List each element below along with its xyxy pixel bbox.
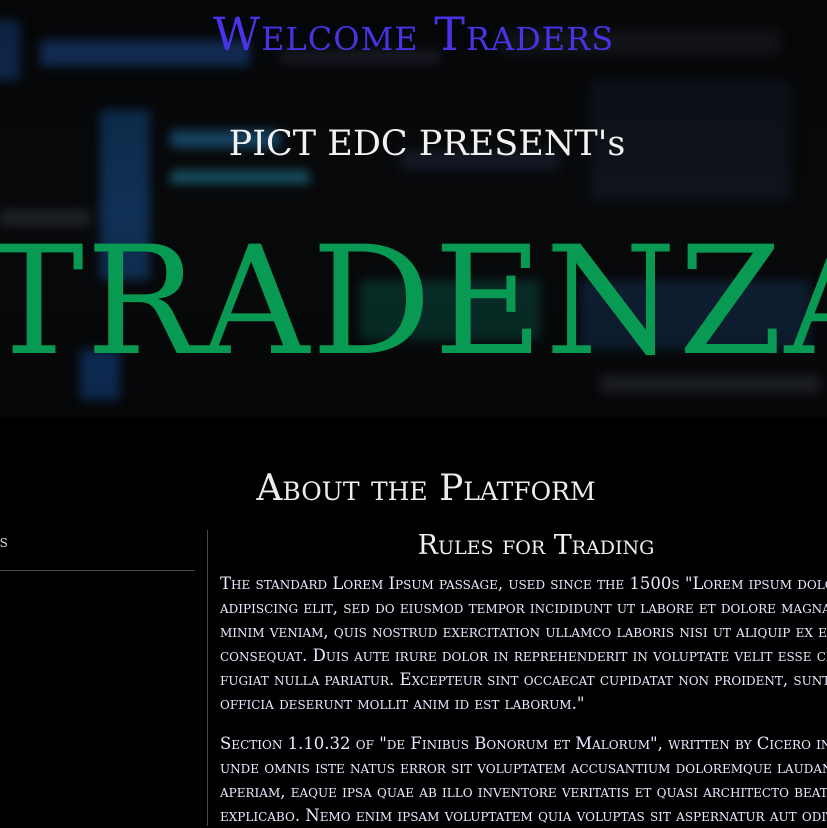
- sidebar: Rules: [0, 528, 195, 571]
- paragraph-line: officia deserunt mollit anim id est labo…: [220, 694, 585, 713]
- paragraph-line: consequat. Duis aute irure dolor in repr…: [220, 646, 827, 665]
- rules-paragraph-2: Section 1.10.32 of "de Finibus Bonorum e…: [220, 732, 827, 828]
- sidebar-item-rules[interactable]: Rules: [0, 528, 195, 571]
- paragraph-line: adipiscing elit, sed do eiusmod tempor i…: [220, 598, 827, 617]
- about-section-title: About the Platform: [256, 468, 596, 509]
- presenter-subtitle: PICT EDC PRESENT's: [228, 124, 626, 164]
- welcome-heading: Welcome Traders: [212, 7, 615, 61]
- rules-title-text: Rules for Trading: [417, 530, 655, 561]
- hero-banner: Welcome Traders PICT EDC PRESENT's TRADE…: [0, 0, 827, 418]
- vertical-divider: [207, 530, 208, 826]
- rules-content: Rules for Trading The standard Lorem Ips…: [220, 528, 827, 828]
- paragraph-line: Section 1.10.32 of "de Finibus Bonorum e…: [220, 734, 827, 753]
- paragraph-line: minim veniam, quis nostrud exercitation …: [220, 622, 827, 641]
- paragraph-line: The standard Lorem Ipsum passage, used s…: [220, 574, 827, 593]
- brand-title: TRADENZA: [0, 215, 827, 389]
- paragraph-line: aperiam, eaque ipsa quae ab illo invento…: [220, 782, 827, 801]
- rules-title: Rules for Trading: [220, 528, 827, 564]
- rules-paragraph-1: The standard Lorem Ipsum passage, used s…: [220, 572, 827, 716]
- paragraph-line: fugiat nulla pariatur. Excepteur sint oc…: [220, 670, 827, 689]
- paragraph-line: unde omnis iste natus error sit voluptat…: [220, 758, 827, 777]
- paragraph-line: explicabo. Nemo enim ipsam voluptatem qu…: [220, 806, 827, 825]
